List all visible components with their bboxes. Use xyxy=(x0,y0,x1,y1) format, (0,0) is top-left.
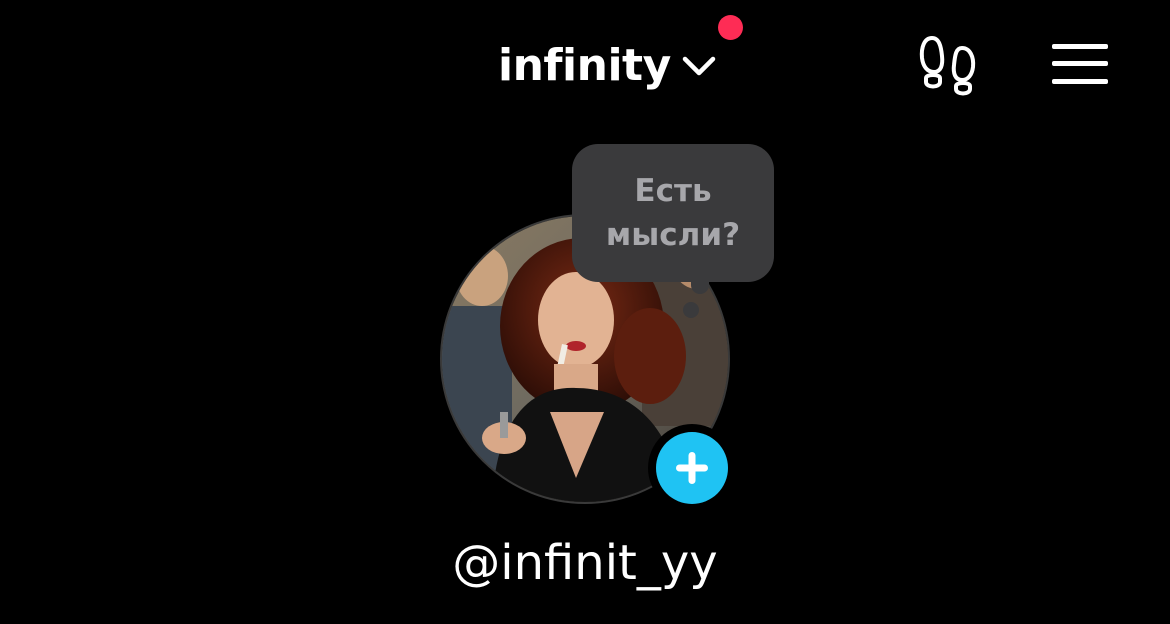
notification-dot xyxy=(718,15,743,40)
menu-button[interactable] xyxy=(1046,38,1114,94)
add-story-circle xyxy=(656,432,728,504)
footprints-icon xyxy=(918,32,978,101)
note-bubble-dot xyxy=(683,302,699,318)
username: @infinit_yy xyxy=(452,535,718,591)
account-switcher[interactable]: infinity xyxy=(498,34,719,98)
note-prompt: Есть мысли? xyxy=(605,173,741,253)
add-story-button[interactable] xyxy=(648,424,736,512)
plus-icon xyxy=(676,452,708,484)
footprints-button[interactable] xyxy=(914,32,982,100)
hamburger-menu-icon xyxy=(1050,41,1110,92)
note-bubble[interactable]: Есть мысли? xyxy=(572,144,774,282)
account-name: infinity xyxy=(498,40,671,91)
chevron-down-icon xyxy=(679,46,719,86)
